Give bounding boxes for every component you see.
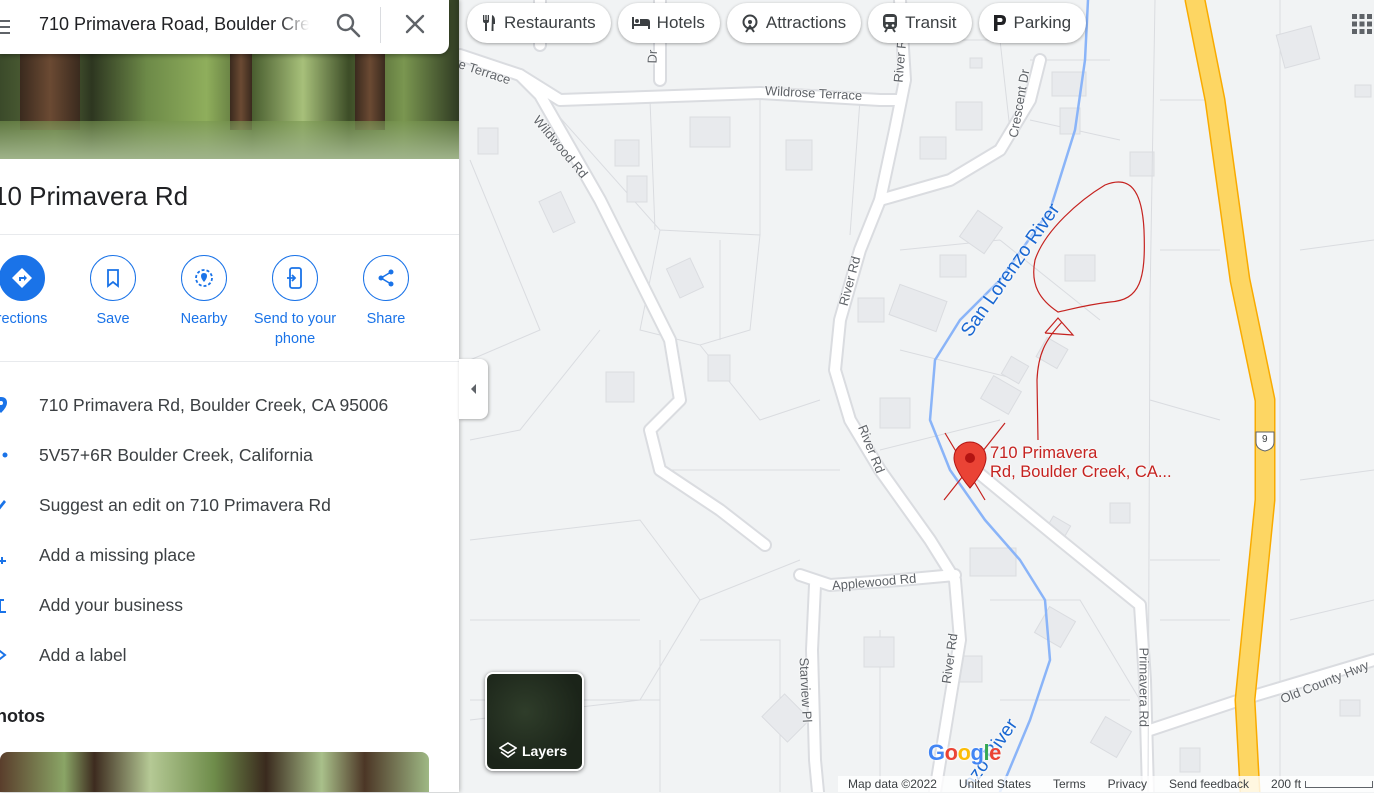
search-input[interactable]: 710 Primavera Road, Boulder Cre: [39, 14, 309, 35]
google-logo: Google: [928, 740, 1001, 765]
apps-grid-icon[interactable]: [1350, 12, 1374, 36]
chip-label: Restaurants: [504, 13, 596, 32]
layers-icon: [499, 742, 517, 758]
address-text: 710 Primavera Rd, Boulder Creek, CA 9500…: [39, 395, 389, 415]
country-link[interactable]: United States: [959, 777, 1031, 791]
chip-label: Hotels: [656, 13, 705, 32]
directions-label: rections: [0, 311, 48, 327]
add-place-icon: [0, 557, 6, 564]
divider: [0, 234, 459, 235]
plus-code-text: 5V57+6R Boulder Creek, California: [39, 445, 313, 465]
nearby-label: Nearby: [180, 311, 228, 327]
send-to-phone-icon: [287, 267, 302, 289]
close-icon[interactable]: [401, 10, 429, 38]
chip-parking[interactable]: Parking: [978, 3, 1087, 43]
chip-transit[interactable]: Transit: [868, 3, 972, 43]
directions-icon: [12, 268, 32, 288]
add-missing-place-text: Add a missing place: [39, 545, 196, 565]
location-pin-icon: [0, 397, 7, 413]
place-title: 10 Primavera Rd: [0, 181, 189, 211]
layers-label: Layers: [522, 743, 568, 759]
suggest-edit-text: Suggest an edit on 710 Primavera Rd: [39, 495, 331, 515]
location-pin-marker[interactable]: [953, 441, 987, 489]
save-label: Save: [96, 311, 130, 327]
plus-code-icon: [2, 452, 8, 458]
attractions-icon: [742, 14, 758, 33]
divider: [0, 361, 459, 362]
chip-label: Transit: [905, 13, 957, 32]
send-feedback-link[interactable]: Send feedback: [1169, 777, 1249, 791]
chip-label: Parking: [1013, 13, 1072, 32]
search-icon[interactable]: [334, 11, 362, 39]
directions-button[interactable]: rections: [0, 255, 68, 329]
terms-link[interactable]: Terms: [1053, 777, 1086, 791]
map-data-text: Map data ©2022: [848, 777, 937, 791]
send-to-phone-label: Send to your phone: [253, 311, 337, 347]
edit-icon: [0, 500, 6, 510]
add-business-icon: [0, 599, 6, 613]
pin-label-line2: Rd, Boulder Creek, CA...: [990, 463, 1172, 481]
info-row-add-business[interactable]: Add your business: [0, 581, 459, 631]
road-label-primavera-rd: Primavera Rd: [1136, 647, 1152, 727]
photo-thumbnail[interactable]: [0, 752, 429, 792]
map-footer: Map data ©2022 United States Terms Priva…: [838, 776, 1374, 792]
category-chips: Restaurants Hotels Attractions Transit P…: [467, 3, 1087, 43]
layers-button[interactable]: Layers: [485, 672, 584, 771]
road-label-dr: Dr: [644, 49, 660, 64]
chip-attractions[interactable]: Attractions: [726, 3, 862, 43]
share-icon: [378, 269, 394, 287]
info-row-plus-code[interactable]: 5V57+6R Boulder Creek, California: [0, 431, 459, 481]
search-divider: [380, 7, 381, 43]
pin-label[interactable]: 710 Primavera Rd, Boulder Creek, CA...: [990, 444, 1172, 482]
hotel-icon: [631, 17, 650, 29]
photos-heading: hotos: [0, 706, 45, 726]
info-row-address[interactable]: 710 Primavera Rd, Boulder Creek, CA 9500…: [0, 381, 459, 431]
highway-shield-label: 9: [1262, 434, 1268, 445]
place-panel: 710 Primavera Road, Boulder Cre 10 Prima…: [0, 0, 459, 792]
pin-label-line1: 710 Primavera: [990, 444, 1098, 462]
transit-icon: [883, 14, 898, 33]
restaurant-icon: [483, 15, 495, 31]
bookmark-icon: [107, 269, 119, 288]
collapse-panel-button[interactable]: [459, 359, 488, 419]
chip-hotels[interactable]: Hotels: [617, 3, 720, 43]
info-row-add-label[interactable]: Add a label: [0, 631, 459, 681]
label-icon: [0, 649, 7, 661]
share-button[interactable]: Share: [340, 255, 432, 329]
send-to-phone-button[interactable]: Send to your phone: [249, 255, 341, 349]
menu-icon[interactable]: [0, 16, 10, 36]
add-business-text: Add your business: [39, 595, 183, 615]
share-label: Share: [366, 311, 406, 327]
add-label-text: Add a label: [39, 645, 127, 665]
parking-icon: [993, 15, 1006, 31]
nearby-button[interactable]: Nearby: [158, 255, 250, 329]
chip-restaurants[interactable]: Restaurants: [467, 3, 611, 43]
nearby-icon: [195, 269, 213, 287]
scale-bar[interactable]: 200 ft: [1271, 777, 1374, 791]
save-button[interactable]: Save: [67, 255, 159, 329]
search-box: 710 Primavera Road, Boulder Cre: [0, 0, 449, 54]
scale-label: 200 ft: [1271, 777, 1302, 791]
info-row-suggest-edit[interactable]: Suggest an edit on 710 Primavera Rd: [0, 481, 459, 531]
info-row-add-missing-place[interactable]: Add a missing place: [0, 531, 459, 581]
chip-label: Attractions: [765, 13, 847, 32]
privacy-link[interactable]: Privacy: [1108, 777, 1147, 791]
chevron-left-icon: [471, 384, 476, 394]
